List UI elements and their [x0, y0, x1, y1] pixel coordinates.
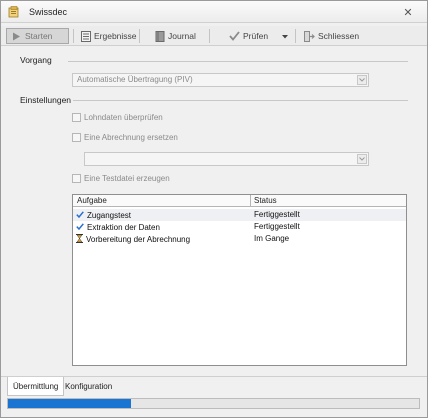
replace-payroll-select[interactable] — [84, 152, 369, 166]
toolbar-separator — [209, 29, 210, 43]
column-divider[interactable] — [250, 195, 251, 207]
check-button[interactable]: Prüfen — [225, 28, 272, 44]
exit-icon — [304, 30, 315, 42]
close-button[interactable]: ✕ — [397, 4, 419, 20]
journal-button[interactable]: Journal — [150, 28, 200, 44]
einstellungen-heading: Einstellungen — [20, 95, 72, 105]
divider — [68, 61, 408, 62]
column-header-task[interactable]: Aufgabe — [77, 195, 107, 207]
test-file-label: Eine Testdatei erzeugen — [84, 174, 170, 183]
task-status: Fertiggestellt — [254, 222, 300, 231]
column-header-status[interactable]: Status — [254, 195, 277, 207]
tab-transmission[interactable]: Übermittlung — [7, 377, 65, 396]
results-label: Ergebnisse — [94, 31, 137, 41]
window-title: Swissdec — [29, 7, 68, 17]
task-cell: Vorbereitung der Abrechnung — [76, 233, 190, 245]
task-status: Fertiggestellt — [254, 210, 300, 219]
check-icon — [76, 222, 84, 232]
replace-payroll-option[interactable]: Eine Abrechnung ersetzen — [72, 133, 178, 142]
close-dialog-label: Schliessen — [318, 31, 360, 41]
checkmark-icon — [229, 31, 240, 42]
check-payroll-label: Lohndaten überprüfen — [84, 113, 163, 122]
results-button[interactable]: Ergebnisse — [76, 28, 141, 44]
close-icon: ✕ — [403, 6, 413, 19]
close-dialog-button[interactable]: Schliessen — [300, 28, 363, 44]
procedure-select-value: Automatische Übertragung (PIV) — [77, 75, 193, 84]
swissdec-window: Swissdec ✕ Starten Ergebnisse Journal Pr… — [0, 0, 428, 418]
toolbar-separator — [295, 29, 296, 43]
tab-configuration[interactable]: Konfiguration — [60, 377, 117, 396]
chevron-down-icon — [357, 154, 367, 164]
test-file-option[interactable]: Eine Testdatei erzeugen — [72, 174, 170, 183]
task-name: Zugangstest — [87, 210, 132, 220]
check-label: Prüfen — [243, 31, 269, 41]
title-bar: Swissdec ✕ — [1, 1, 427, 23]
toolbar-separator — [139, 29, 140, 43]
test-file-checkbox[interactable] — [72, 174, 81, 183]
start-button[interactable]: Starten — [6, 28, 69, 44]
check-payroll-checkbox[interactable] — [72, 113, 81, 122]
task-list-header: Aufgabe Status — [73, 195, 406, 207]
replace-payroll-label: Eine Abrechnung ersetzen — [84, 133, 178, 142]
task-list[interactable]: Aufgabe Status Zugangstest Fertiggestell… — [72, 194, 407, 366]
start-label: Starten — [25, 31, 53, 41]
results-icon — [80, 30, 91, 42]
progress-fill — [8, 399, 132, 408]
play-icon — [11, 31, 22, 42]
chevron-down-icon — [357, 75, 367, 85]
check-dropdown-button[interactable] — [278, 28, 290, 44]
journal-icon — [154, 30, 165, 42]
task-cell: Zugangstest — [76, 209, 131, 221]
vorgang-heading: Vorgang — [20, 55, 52, 65]
tab-bar: Übermittlung Konfiguration — [1, 376, 427, 396]
table-row[interactable]: Vorbereitung der Abrechnung Im Gange — [73, 233, 406, 245]
task-status: Im Gange — [254, 234, 290, 243]
check-icon — [76, 210, 84, 220]
check-payroll-option[interactable]: Lohndaten überprüfen — [72, 113, 163, 122]
dropdown-arrow-icon — [282, 31, 288, 41]
hourglass-icon — [76, 233, 83, 245]
task-cell: Extraktion der Daten — [76, 221, 160, 233]
toolbar: Starten Ergebnisse Journal Prüfen Schlie… — [1, 26, 427, 46]
swissdec-icon — [8, 6, 20, 18]
progress-bar — [7, 398, 420, 409]
table-row[interactable]: Zugangstest Fertiggestellt — [73, 209, 406, 221]
journal-label: Journal — [168, 31, 196, 41]
toolbar-separator — [73, 29, 74, 43]
task-name: Vorbereitung der Abrechnung — [86, 234, 191, 244]
table-row[interactable]: Extraktion der Daten Fertiggestellt — [73, 221, 406, 233]
task-name: Extraktion der Daten — [87, 222, 160, 232]
procedure-select[interactable]: Automatische Übertragung (PIV) — [72, 73, 369, 87]
divider — [73, 100, 408, 101]
replace-payroll-checkbox[interactable] — [72, 133, 81, 142]
